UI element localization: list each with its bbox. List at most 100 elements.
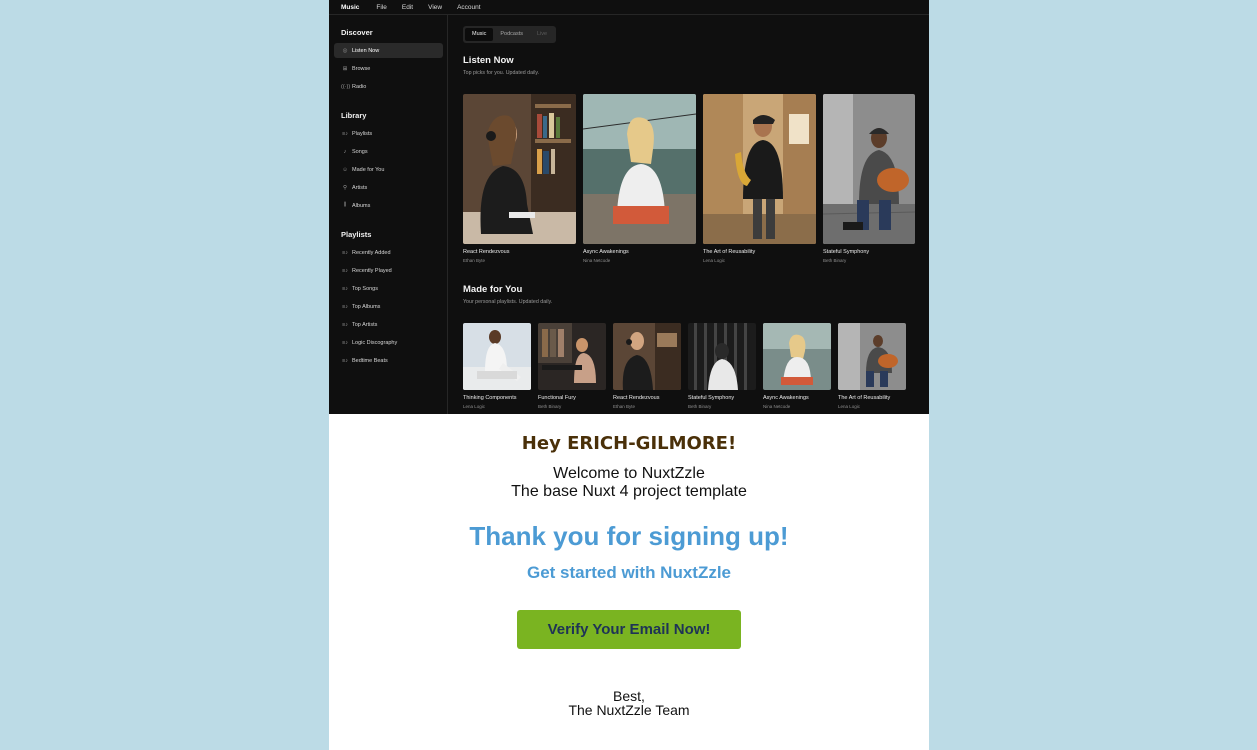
album-art[interactable] [463, 323, 531, 390]
listen-now-heading: Listen Now [463, 55, 514, 66]
email-container: Music File Edit View Account Discover ◎ … [329, 0, 929, 750]
made-for-you-heading: Made for You [463, 284, 523, 295]
sidebar-item-recently-added[interactable]: ≡♪ Recently Added [334, 245, 443, 260]
sidebar-title-library: Library [341, 111, 367, 120]
sidebar-item-songs[interactable]: ♪ Songs [334, 144, 443, 159]
playlist-artist[interactable]: Beth Binary [538, 404, 561, 409]
playlist-artist[interactable]: Lena Logic [838, 404, 860, 409]
menu-file[interactable]: File [376, 4, 386, 11]
playlist-title[interactable]: Functional Fury [538, 395, 576, 401]
tab-live[interactable]: Live [530, 28, 554, 41]
sidebar: Discover ◎ Listen Now ⊞ Browse ((·)) Rad… [329, 15, 448, 414]
sidebar-item-label: Playlists [352, 130, 373, 137]
sidebar-item-label: Listen Now [352, 47, 380, 54]
library-icon: ⫼ [343, 202, 347, 208]
sidebar-item-logic-discography[interactable]: ≡♪ Logic Discography [334, 335, 443, 350]
sidebar-item-radio[interactable]: ((·)) Radio [334, 79, 443, 94]
album-title[interactable]: The Art of Reusability [703, 249, 755, 255]
album-art[interactable] [703, 94, 816, 244]
sidebar-title-discover: Discover [341, 28, 373, 37]
playlist-icon: ≡♪ [342, 357, 348, 364]
main-content: Music Podcasts Live Listen Now Top picks… [463, 15, 929, 414]
playlist-icon: ≡♪ [342, 285, 348, 292]
sidebar-item-top-artists[interactable]: ≡♪ Top Artists [334, 317, 443, 332]
playlist-icon: ≡♪ [342, 267, 348, 274]
sidebar-item-made-for-you[interactable]: ☺ Made for You [334, 162, 443, 177]
sidebar-item-label: Top Artists [352, 321, 378, 328]
playlist-title[interactable]: Stateful Symphony [688, 395, 734, 401]
album-art[interactable] [823, 94, 915, 244]
get-started-subheading: Get started with NuxtZzle [526, 563, 732, 582]
signoff-line: Best, [613, 688, 645, 704]
album-artist[interactable]: Beth Binary [823, 258, 846, 263]
verify-email-button[interactable]: Verify Your Email Now! [517, 610, 741, 649]
sidebar-item-label: Made for You [352, 166, 385, 173]
sidebar-item-listen-now[interactable]: ◎ Listen Now [334, 43, 443, 58]
playlist-icon: ≡♪ [342, 321, 348, 328]
playlist-title[interactable]: Thinking Components [463, 395, 517, 401]
sidebar-item-bedtime-beats[interactable]: ≡♪ Bedtime Beats [334, 353, 443, 368]
playlist-icon: ≡♪ [342, 249, 348, 256]
menu-music[interactable]: Music [341, 4, 359, 11]
album-artist[interactable]: Ethan Byte [463, 258, 485, 263]
menu-view[interactable]: View [428, 4, 442, 11]
sidebar-item-top-albums[interactable]: ≡♪ Top Albums [334, 299, 443, 314]
sidebar-item-recently-played[interactable]: ≡♪ Recently Played [334, 263, 443, 278]
sidebar-item-label: Recently Added [352, 249, 391, 256]
welcome-line: Welcome to NuxtZzle [553, 465, 705, 482]
playlist-artist[interactable]: Beth Binary [688, 404, 711, 409]
menu-account[interactable]: Account [457, 4, 481, 11]
menubar: Music File Edit View Account [329, 0, 929, 15]
playlist-icon: ≡♪ [342, 130, 348, 137]
sidebar-item-label: Top Albums [352, 303, 381, 310]
sidebar-item-label: Recently Played [352, 267, 392, 274]
tab-bar: Music Podcasts Live [463, 26, 557, 43]
sidebar-item-playlists[interactable]: ≡♪ Playlists [334, 126, 443, 141]
sidebar-item-label: Bedtime Beats [352, 357, 388, 364]
playlist-title[interactable]: Async Awakenings [763, 395, 809, 401]
sidebar-title-playlists: Playlists [341, 230, 372, 239]
sidebar-item-label: Browse [352, 65, 371, 72]
album-art[interactable] [688, 323, 756, 390]
playlist-artist[interactable]: Nina Netcode [763, 404, 790, 409]
welcome-text: Welcome to NuxtZzle The base Nuxt 4 proj… [329, 465, 929, 501]
sidebar-item-top-songs[interactable]: ≡♪ Top Songs [334, 281, 443, 296]
album-artist[interactable]: Nina Netcode [583, 258, 610, 263]
tab-podcasts[interactable]: Podcasts [493, 28, 530, 41]
album-art[interactable] [463, 94, 576, 244]
thanks-heading: Thank you for signing up! [469, 521, 789, 551]
sidebar-item-label: Logic Discography [352, 339, 398, 346]
playlist-title[interactable]: The Art of Reusability [838, 395, 890, 401]
album-artist[interactable]: Lena Logic [703, 258, 725, 263]
album-title[interactable]: Async Awakenings [583, 249, 629, 255]
template-line: The base Nuxt 4 project template [511, 483, 747, 500]
album-art[interactable] [838, 323, 906, 390]
album-art[interactable] [613, 323, 681, 390]
album-art[interactable] [763, 323, 831, 390]
sidebar-item-albums[interactable]: ⫼ Albums [334, 198, 443, 213]
sidebar-item-artists[interactable]: ⚲ Artists [334, 180, 443, 195]
music-app-screenshot: Music File Edit View Account Discover ◎ … [329, 0, 929, 414]
album-art[interactable] [583, 94, 696, 244]
sidebar-item-label: Albums [352, 202, 371, 209]
playlist-icon: ≡♪ [342, 339, 348, 346]
album-title[interactable]: React Rendezvous [463, 249, 509, 255]
greeting-heading: Hey ERICH-GILMORE! [521, 433, 737, 454]
album-art[interactable] [538, 323, 606, 390]
tab-music[interactable]: Music [465, 28, 494, 41]
made-for-you-subtitle: Your personal playlists. Updated daily. [463, 299, 553, 305]
menu-edit[interactable]: Edit [402, 4, 413, 11]
playlist-artist[interactable]: Lena Logic [463, 404, 485, 409]
sidebar-item-label: Artists [352, 184, 368, 191]
mic-icon: ⚲ [342, 184, 348, 191]
music-note-icon: ♪ [343, 148, 347, 155]
playlist-artist[interactable]: Ethan Byte [613, 404, 635, 409]
team-line: The NuxtZzle Team [568, 702, 690, 718]
album-title[interactable]: Stateful Symphony [823, 249, 869, 255]
user-icon: ☺ [342, 166, 348, 173]
playlist-title[interactable]: React Rendezvous [613, 395, 659, 401]
sidebar-item-label: Radio [352, 83, 367, 90]
listen-now-subtitle: Top picks for you. Updated daily. [463, 70, 540, 76]
sidebar-item-browse[interactable]: ⊞ Browse [334, 61, 443, 76]
play-circle-icon: ◎ [342, 47, 348, 54]
